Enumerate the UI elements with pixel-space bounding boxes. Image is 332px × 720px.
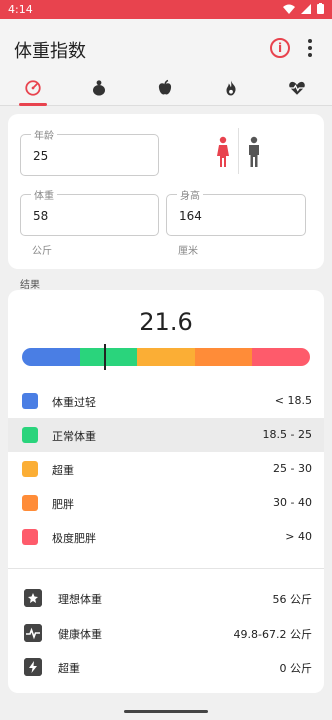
detail-value: 56 公斤 — [272, 593, 313, 606]
tab-bar — [0, 79, 332, 106]
status-bar: 4:14 — [0, 0, 332, 19]
bolt-badge-icon — [24, 658, 42, 676]
female-icon[interactable] — [216, 136, 230, 168]
male-icon[interactable] — [248, 136, 260, 168]
age-label: 年龄 — [31, 127, 57, 142]
category-row: 肥胖 30 - 40 — [8, 486, 324, 520]
page-title: 体重指数 — [14, 41, 86, 62]
detail-label: 健康体重 — [58, 628, 102, 641]
detail-label: 理想体重 — [58, 593, 102, 606]
category-range: 18.5 - 25 — [262, 428, 312, 441]
heartbeat-icon — [289, 81, 305, 95]
tab-heart[interactable] — [264, 79, 330, 106]
age-value: 25 — [33, 149, 49, 163]
ideal-weight-row: 理想体重 56 公斤 — [8, 583, 324, 613]
category-range: > 40 — [285, 530, 312, 543]
flame-icon — [226, 80, 236, 96]
scale-segment-extreme — [252, 348, 310, 366]
category-row: 极度肥胖 > 40 — [8, 520, 324, 554]
input-card: 年龄 25 体重 58 公斤 身高 164 厘米 — [8, 114, 324, 269]
gender-divider — [238, 128, 239, 174]
wifi-icon — [283, 4, 295, 14]
category-label: 超重 — [52, 464, 74, 477]
weight-label: 体重 — [31, 187, 57, 202]
scale-segment-obese — [194, 348, 253, 366]
category-label: 正常体重 — [52, 430, 96, 443]
overweight-amount-row: 超重 0 公斤 — [8, 652, 324, 682]
tab-bmr[interactable] — [198, 79, 264, 106]
category-swatch — [22, 495, 38, 511]
category-row: 超重 25 - 30 — [8, 452, 324, 486]
detail-value: 0 公斤 — [279, 662, 313, 675]
height-field[interactable]: 身高 164 — [166, 187, 306, 236]
battery-icon — [317, 3, 324, 14]
age-field[interactable]: 年龄 25 — [20, 127, 159, 176]
category-range: 30 - 40 — [273, 496, 312, 509]
info-icon[interactable]: i — [270, 38, 290, 58]
category-swatch — [22, 461, 38, 477]
status-icons — [283, 3, 324, 14]
scale-segment-normal — [79, 348, 138, 366]
bmi-scale-bar — [22, 348, 310, 366]
category-label: 肥胖 — [52, 498, 74, 511]
weight-field[interactable]: 体重 58 — [20, 187, 159, 236]
more-options-icon[interactable] — [307, 39, 313, 57]
signal-icon — [301, 3, 311, 14]
status-time: 4:14 — [8, 3, 33, 16]
category-label: 极度肥胖 — [52, 532, 96, 545]
category-range: < 18.5 — [274, 394, 312, 407]
tab-calories[interactable] — [132, 79, 198, 106]
scale-segment-overweight — [137, 348, 195, 366]
category-swatch — [22, 529, 38, 545]
results-card: 21.6 体重过轻 < 18.5 正常体重 18.5 - 25 超重 25 - … — [8, 290, 324, 693]
gauge-icon — [25, 80, 41, 96]
results-divider — [8, 568, 324, 569]
detail-value: 49.8-67.2 公斤 — [233, 628, 312, 641]
tab-bmi[interactable] — [0, 79, 66, 106]
tab-body-fat[interactable] — [66, 79, 132, 106]
height-label: 身高 — [177, 187, 203, 202]
category-swatch — [22, 393, 38, 409]
scale-segment-underweight — [22, 348, 80, 366]
gesture-nav-bar[interactable] — [124, 710, 208, 713]
height-value: 164 — [179, 209, 202, 223]
healthy-weight-row: 健康体重 49.8-67.2 公斤 — [8, 618, 324, 648]
bmi-value: 21.6 — [139, 308, 193, 336]
weight-value: 58 — [33, 209, 49, 223]
star-badge-icon — [24, 589, 42, 607]
detail-label: 超重 — [58, 662, 80, 675]
body-icon — [93, 80, 105, 96]
height-unit: 厘米 — [178, 246, 198, 257]
category-swatch — [22, 427, 38, 443]
category-row-active: 正常体重 18.5 - 25 — [8, 418, 324, 452]
category-label: 体重过轻 — [52, 396, 96, 409]
category-row: 体重过轻 < 18.5 — [8, 384, 324, 418]
results-heading: 结果 — [20, 280, 40, 291]
weight-unit: 公斤 — [32, 246, 52, 257]
pulse-badge-icon — [24, 624, 42, 642]
apple-icon — [158, 79, 172, 95]
bmi-marker — [104, 344, 106, 370]
category-range: 25 - 30 — [273, 462, 312, 475]
app-bar: 体重指数 i — [0, 19, 332, 79]
